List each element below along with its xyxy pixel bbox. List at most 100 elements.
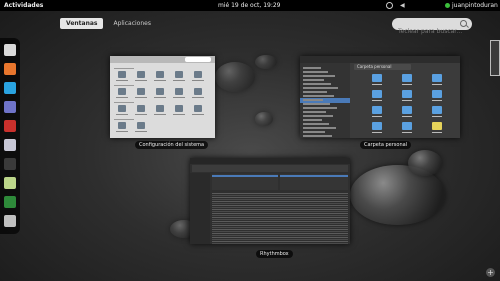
track-row <box>212 195 348 196</box>
accessibility-icon[interactable] <box>386 2 393 9</box>
folder-label <box>372 132 382 133</box>
settings-section-heading <box>114 85 134 86</box>
settings-item-label <box>116 131 128 132</box>
user-status-icon <box>445 3 450 8</box>
window-thumbnail-rhythmbox[interactable] <box>190 158 350 244</box>
water-drop-decoration <box>408 150 442 176</box>
rhythmbox-controls <box>192 165 348 172</box>
folder-icon <box>372 74 382 82</box>
settings-item-label <box>116 97 128 98</box>
workspace-thumbnail[interactable] <box>490 40 500 76</box>
track-row <box>212 237 348 238</box>
user-menu[interactable]: juanpintoduran <box>452 0 498 11</box>
files-sidebar-item <box>303 99 323 101</box>
track-row <box>212 199 348 200</box>
track-row <box>212 213 348 214</box>
track-row <box>212 203 348 204</box>
files-sidebar-item <box>303 131 325 133</box>
gnome-do-icon[interactable] <box>4 158 16 170</box>
tools-icon[interactable] <box>4 215 16 227</box>
search-input[interactable] <box>398 25 462 38</box>
files-sidebar-item <box>303 91 327 93</box>
settings-item-label <box>173 114 185 115</box>
files-icon[interactable] <box>4 44 16 56</box>
files-path-button: Carpeta personal <box>354 64 411 70</box>
settings-item-icon <box>156 88 164 95</box>
skype-icon[interactable] <box>4 82 16 94</box>
files-sidebar-item <box>303 111 326 113</box>
folder-icon <box>402 74 412 82</box>
window-label-settings[interactable]: Configuración del sistema <box>135 141 209 149</box>
rhythmbox-sidebar <box>190 173 210 244</box>
folder-icon <box>402 106 412 114</box>
settings-item-label <box>173 80 185 81</box>
water-drop-decoration <box>255 55 277 69</box>
settings-item-icon <box>118 105 126 112</box>
settings-item-label <box>192 114 204 115</box>
files-sidebar-item <box>303 115 333 117</box>
settings-item-icon <box>175 71 183 78</box>
files-sidebar-item <box>303 119 322 121</box>
settings-item-icon <box>175 88 183 95</box>
image-viewer-icon[interactable] <box>4 139 16 151</box>
track-row <box>212 233 348 234</box>
add-workspace-button[interactable]: + <box>486 268 495 277</box>
tab-applications[interactable]: Aplicaciones <box>107 18 156 29</box>
clock[interactable]: mié 19 de oct, 19:29 <box>218 0 281 11</box>
settings-item-icon <box>137 88 145 95</box>
settings-item-label <box>192 97 204 98</box>
folder-icon <box>432 74 442 82</box>
search-box[interactable] <box>392 18 472 38</box>
folder-icon <box>432 90 442 98</box>
disk-icon[interactable] <box>4 177 16 189</box>
rhythmbox-selected-artist <box>212 175 278 177</box>
system-monitor-icon[interactable] <box>4 196 16 208</box>
window-label-rhythmbox[interactable]: Rhythmbox <box>256 250 293 258</box>
settings-section-heading <box>114 119 134 120</box>
volume-icon[interactable]: ◀ <box>400 2 408 9</box>
track-row <box>212 217 348 218</box>
window-label-files[interactable]: Carpeta personal <box>360 141 412 149</box>
window-thumbnail-files[interactable]: Carpeta personal <box>300 56 460 138</box>
files-toolbar <box>300 56 460 63</box>
folder-label <box>402 84 412 85</box>
settings-item-label <box>154 114 166 115</box>
files-sidebar <box>300 63 350 138</box>
view-selector: Ventanas Aplicaciones <box>60 18 157 29</box>
files-sidebar-item <box>303 135 332 137</box>
settings-section-heading <box>114 102 134 103</box>
settings-item-label <box>135 97 147 98</box>
settings-item-label <box>173 97 185 98</box>
folder-label <box>432 84 442 85</box>
tab-windows[interactable]: Ventanas <box>60 18 104 29</box>
files-sidebar-item <box>303 87 338 89</box>
settings-item-icon <box>137 71 145 78</box>
folder-icon <box>402 122 412 130</box>
settings-item-label <box>154 80 166 81</box>
folder-label <box>372 116 382 117</box>
track-row <box>212 207 348 208</box>
settings-search-field <box>185 57 211 62</box>
folder-icon <box>372 106 382 114</box>
firefox-icon[interactable] <box>4 63 16 75</box>
activities-button[interactable]: Actividades <box>4 0 43 11</box>
pidgin-icon[interactable] <box>4 101 16 113</box>
track-row <box>212 223 348 224</box>
files-sidebar-item <box>303 71 328 73</box>
settings-item-label <box>135 114 147 115</box>
water-drop-decoration <box>255 112 273 126</box>
search-icon <box>460 20 467 27</box>
files-sidebar-item <box>303 123 329 125</box>
filezilla-icon[interactable] <box>4 120 16 132</box>
dash <box>0 38 20 234</box>
track-row <box>212 227 348 228</box>
window-thumbnail-settings[interactable] <box>110 56 215 138</box>
track-row <box>212 219 348 220</box>
settings-item-label <box>116 114 128 115</box>
files-sidebar-item <box>303 107 337 109</box>
files-sidebar-item <box>303 127 336 129</box>
rhythmbox-selected-album <box>280 175 348 177</box>
settings-item-icon <box>137 122 145 129</box>
track-row <box>212 243 348 244</box>
settings-item-icon <box>118 71 126 78</box>
